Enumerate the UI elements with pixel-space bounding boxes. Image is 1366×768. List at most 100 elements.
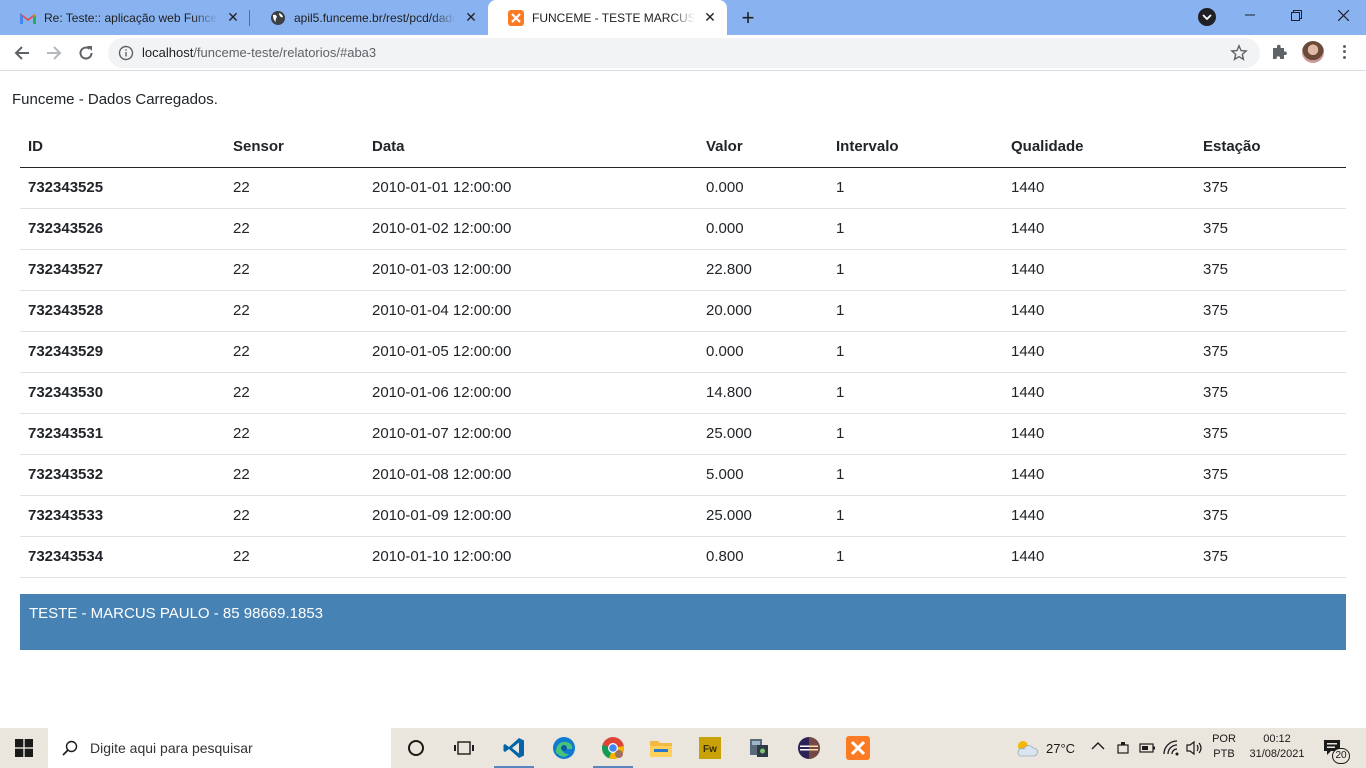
footer-text: TESTE - MARCUS PAULO - 85 98669.1853 [29, 605, 324, 622]
cell-estacao: 375 [1195, 372, 1346, 414]
edge-icon[interactable] [540, 728, 588, 768]
cell-id: 732343531 [20, 413, 225, 455]
cell-id: 732343528 [20, 290, 225, 332]
weather-temperature[interactable]: 27°C [1046, 741, 1075, 756]
tab-search-chevron-icon[interactable] [1198, 8, 1216, 26]
table-row: 732343532 22 2010-01-08 12:00:00 5.000 1 1440… [20, 454, 1346, 496]
volume-speaker-icon[interactable] [1186, 740, 1204, 756]
cortana-icon[interactable] [392, 728, 440, 768]
forward-arrow-icon[interactable] [40, 39, 68, 67]
search-icon [62, 740, 78, 756]
eclipse-icon[interactable] [785, 728, 833, 768]
close-window-icon[interactable] [1320, 0, 1366, 30]
new-tab-plus-icon[interactable]: + [736, 5, 760, 30]
table-row: 732343526 22 2010-01-02 12:00:00 0.000 1 1440… [20, 208, 1346, 250]
usb-device-icon[interactable] [1115, 740, 1131, 756]
cell-sensor: 22 [225, 290, 364, 332]
browser-toolbar: localhost/funceme-teste/relatorios/#aba3 [0, 35, 1366, 71]
browser-menu-icon[interactable] [1334, 41, 1354, 63]
cell-sensor: 22 [225, 249, 364, 291]
cell-valor: 5.000 [698, 454, 828, 496]
taskbar-search-box[interactable]: Digite aqui para pesquisar [48, 728, 391, 768]
cell-data: 2010-01-02 12:00:00 [364, 208, 698, 250]
cell-intervalo: 1 [828, 167, 1003, 209]
cell-estacao: 375 [1195, 208, 1346, 250]
close-tab-icon[interactable]: ✕ [701, 9, 719, 27]
cell-estacao: 375 [1195, 454, 1346, 496]
url-path: /funceme-teste/relatorios/#aba3 [193, 45, 377, 60]
cell-qualidade: 1440 [1003, 495, 1195, 537]
cell-estacao: 375 [1195, 495, 1346, 537]
table-row: 732343534 22 2010-01-10 12:00:00 0.800 1 1440… [20, 536, 1346, 578]
cell-intervalo: 1 [828, 331, 1003, 373]
url-host: localhost [142, 45, 194, 60]
device-manager-icon[interactable] [735, 728, 783, 768]
page-content: Funceme - Dados Carregados. ID Sensor Da… [0, 72, 1366, 728]
input-language-indicator[interactable]: POR PTB [1208, 732, 1240, 762]
cell-intervalo: 1 [828, 290, 1003, 332]
address-bar[interactable]: localhost/funceme-teste/relatorios/#aba3 [108, 38, 1260, 68]
table-row: 732343531 22 2010-01-07 12:00:00 25.000 1 144… [20, 413, 1346, 455]
cell-sensor: 22 [225, 495, 364, 537]
restore-icon[interactable] [1273, 0, 1319, 30]
table-row: 732343533 22 2010-01-09 12:00:00 25.000 1 144… [20, 495, 1346, 537]
power-battery-icon[interactable] [1139, 741, 1157, 755]
tab-title: FUNCEME - TESTE MARCUS [532, 10, 695, 25]
cell-estacao: 375 [1195, 249, 1346, 291]
clock-date: 31/08/2021 [1249, 748, 1305, 760]
column-header-id: ID [20, 127, 225, 168]
cell-id: 732343534 [20, 536, 225, 578]
wifi-icon[interactable] [1163, 740, 1181, 756]
profile-avatar[interactable] [1302, 41, 1324, 63]
column-header-data: Data [364, 127, 698, 168]
close-tab-icon[interactable]: ✕ [462, 9, 480, 27]
xampp-icon [508, 9, 524, 26]
task-view-icon[interactable] [440, 728, 488, 768]
browser-tab-strip: Re: Teste:: aplicação web Funceme ✕ apil… [0, 0, 1366, 35]
clock-time: 00:12 [1263, 733, 1291, 745]
bookmark-star-icon[interactable] [1230, 44, 1248, 62]
xampp-icon[interactable] [834, 728, 882, 768]
minimize-icon[interactable] [1227, 0, 1273, 30]
cell-intervalo: 1 [828, 495, 1003, 537]
cell-id: 732343526 [20, 208, 225, 250]
windows-taskbar: Digite aqui para pesquisar Fw 27°C POR P… [0, 728, 1366, 768]
notification-count-badge: 20 [1332, 748, 1350, 764]
cell-estacao: 375 [1195, 413, 1346, 455]
vscode-icon[interactable] [490, 728, 538, 768]
cell-qualidade: 1440 [1003, 331, 1195, 373]
cell-qualidade: 1440 [1003, 208, 1195, 250]
cell-sensor: 22 [225, 167, 364, 209]
cell-sensor: 22 [225, 413, 364, 455]
reload-icon[interactable] [72, 39, 100, 67]
svg-text:Fw: Fw [703, 744, 717, 755]
back-arrow-icon[interactable] [8, 39, 36, 67]
cell-intervalo: 1 [828, 454, 1003, 496]
table-body: 732343525 22 2010-01-01 12:00:00 0.000 1 1440… [20, 167, 1346, 578]
weather-cloud-sun-icon[interactable] [1014, 738, 1038, 758]
clock[interactable]: 00:12 31/08/2021 [1244, 732, 1310, 762]
cell-qualidade: 1440 [1003, 454, 1195, 496]
cell-estacao: 375 [1195, 167, 1346, 209]
column-header-qualidade: Qualidade [1003, 127, 1195, 168]
status-message: Funceme - Dados Carregados. [12, 91, 218, 108]
cell-sensor: 22 [225, 536, 364, 578]
tab-funceme-active[interactable]: FUNCEME - TESTE MARCUS ✕ [488, 0, 727, 35]
file-explorer-icon[interactable] [637, 728, 685, 768]
windows-start-icon[interactable] [0, 728, 48, 768]
tab-api[interactable]: apil5.funceme.br/rest/pcd/dado- ✕ [250, 0, 488, 35]
cell-id: 732343530 [20, 372, 225, 414]
cell-data: 2010-01-08 12:00:00 [364, 454, 698, 496]
site-info-icon[interactable] [118, 45, 134, 61]
cell-intervalo: 1 [828, 372, 1003, 414]
url-text: localhost/funceme-teste/relatorios/#aba3 [142, 45, 376, 60]
chrome-icon[interactable] [589, 728, 637, 768]
tab-gmail[interactable]: Re: Teste:: aplicação web Funceme ✕ [0, 0, 250, 35]
close-tab-icon[interactable]: ✕ [224, 9, 242, 27]
extensions-puzzle-icon[interactable] [1270, 43, 1290, 63]
cell-data: 2010-01-06 12:00:00 [364, 372, 698, 414]
chevron-up-icon[interactable] [1091, 741, 1105, 751]
footer-bar: TESTE - MARCUS PAULO - 85 98669.1853 [20, 594, 1346, 650]
table-header-row: ID Sensor Data Valor Intervalo Qualidade… [20, 127, 1346, 168]
fireworks-icon[interactable]: Fw [686, 728, 734, 768]
